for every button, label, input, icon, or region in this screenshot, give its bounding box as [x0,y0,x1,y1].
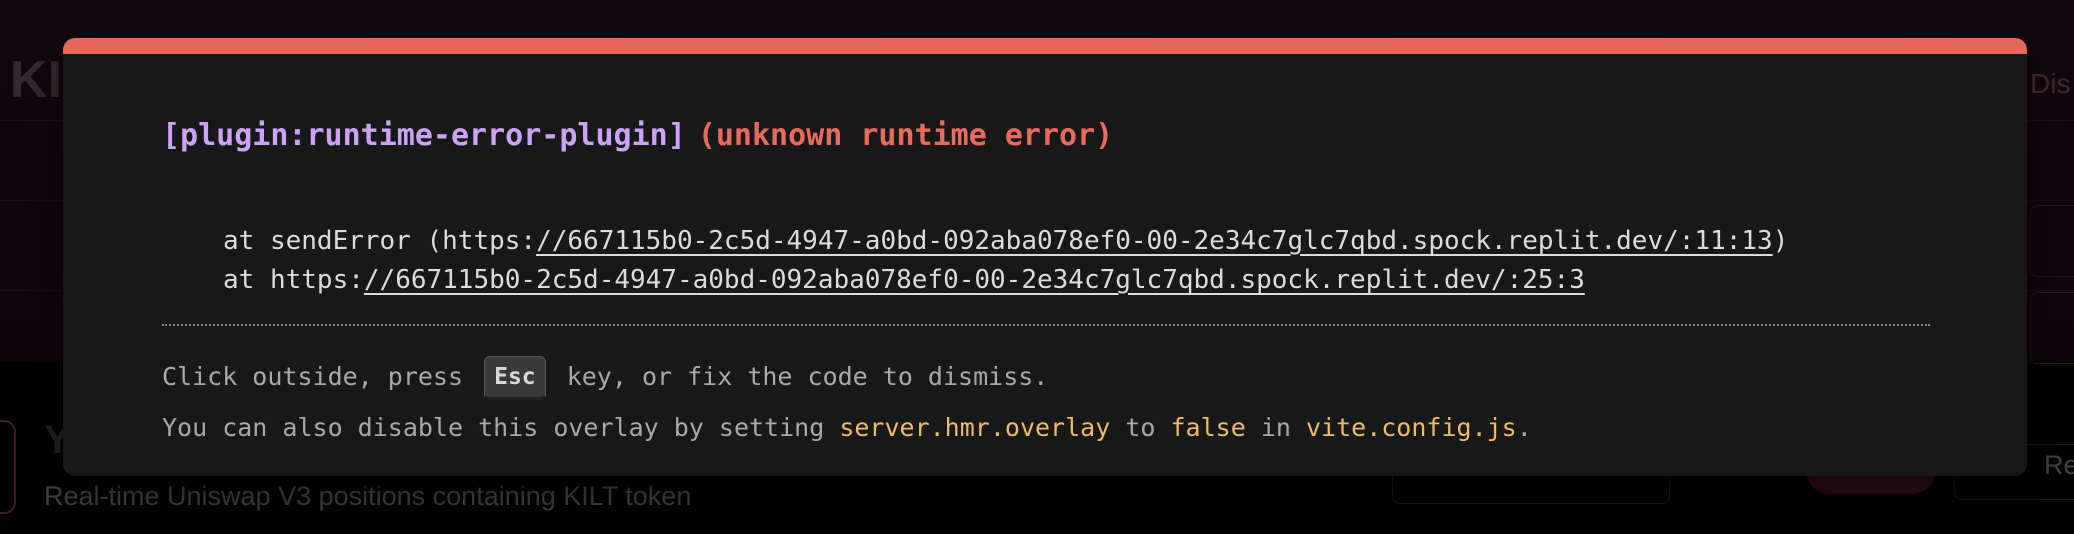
disable-tip: You can also disable this overlay by set… [162,408,1532,448]
error-overlay: [plugin:runtime-error-plugin] (unknown ru… [63,38,2027,476]
frame-prefix: at https: [223,265,364,295]
tip-text: key, or fix the code to dismiss. [566,362,1049,391]
frame-link[interactable]: //667115b0-2c5d-4947-a0bd-092aba078ef0-0… [536,226,1773,256]
error-header: [plugin:runtime-error-plugin] (unknown ru… [162,118,1113,153]
frame-link[interactable]: //667115b0-2c5d-4947-a0bd-092aba078ef0-0… [364,265,1585,295]
dismiss-tip: Click outside, press Esc key, or fix the… [162,354,1048,400]
tip-text: . [1516,413,1532,442]
stack-frame: at sendError (https://667115b0-2c5d-4947… [223,222,1788,261]
stack-trace: at sendError (https://667115b0-2c5d-4947… [223,222,1788,300]
config-file: vite.config.js [1306,413,1517,442]
config-value: false [1170,413,1246,442]
tip-text: Click outside, press [162,362,464,391]
tip-text: to [1125,413,1156,442]
frame-suffix: ) [1772,226,1789,256]
tip-text: in [1260,413,1291,442]
divider [162,324,1930,326]
config-key: server.hmr.overlay [839,413,1111,442]
frame-prefix: at sendError (https: [223,226,537,256]
plugin-label: [plugin:runtime-error-plugin] [162,118,686,153]
esc-key: Esc [484,356,546,400]
tip-text: You can also disable this overlay by set… [162,413,825,442]
error-message: (unknown runtime error) [697,118,1114,153]
stack-frame: at https://667115b0-2c5d-4947-a0bd-092ab… [223,261,1788,300]
